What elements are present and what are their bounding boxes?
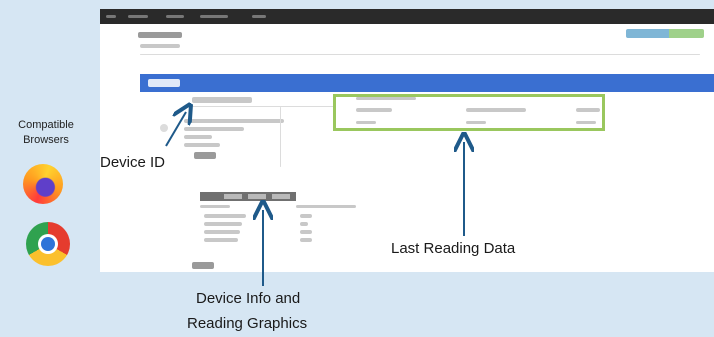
- last-reading-label: Last Reading Data: [391, 240, 516, 257]
- device-info-label-line1: Device Info and: [196, 290, 301, 307]
- device-id-arrow: [165, 112, 186, 147]
- device-info-label-line2: Reading Graphics: [187, 315, 308, 332]
- device-id-label: Device ID: [100, 154, 166, 171]
